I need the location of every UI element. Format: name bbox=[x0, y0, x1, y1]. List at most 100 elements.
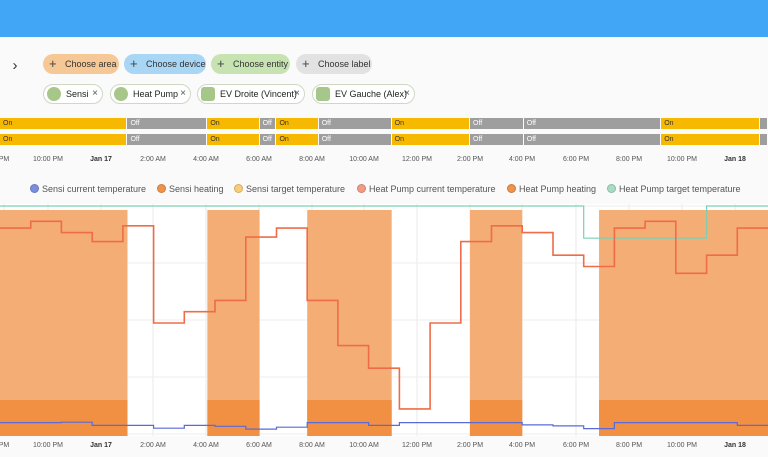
timeline-segment[interactable]: On bbox=[0, 118, 127, 129]
timeline-segment[interactable]: On bbox=[276, 134, 318, 145]
plus-icon: + bbox=[302, 56, 310, 71]
target-chip-ev-gauche[interactable]: EV Gauche (Alex) × bbox=[312, 84, 415, 104]
close-icon[interactable]: × bbox=[92, 85, 98, 103]
legend-dot-icon bbox=[507, 184, 516, 193]
choose-entity-label: Choose entity bbox=[233, 59, 289, 69]
close-icon[interactable]: × bbox=[404, 85, 410, 103]
axis-tick-label: 2:00 AM bbox=[140, 442, 166, 449]
axis-tick-label: Jan 17 bbox=[90, 442, 112, 449]
axis-tick-label: 10:00 PM bbox=[33, 156, 63, 163]
sensi-heating-area bbox=[207, 400, 260, 436]
timeline-segment[interactable]: Off bbox=[127, 118, 207, 129]
axis-tick-label: Jan 18 bbox=[724, 156, 746, 163]
close-icon[interactable]: × bbox=[294, 85, 300, 103]
timeline-segment[interactable] bbox=[760, 134, 767, 145]
legend-label: Sensi target temperature bbox=[246, 184, 346, 194]
timeline-segment[interactable]: On bbox=[207, 134, 259, 145]
choose-label-label: Choose label bbox=[318, 59, 371, 69]
axis-tick-label: 12:00 PM bbox=[402, 442, 432, 449]
timeline-segment[interactable]: Off bbox=[470, 118, 523, 129]
timeline-ev-droite: On Off On Off On Off On Off Off On bbox=[0, 118, 768, 129]
timeline-segment[interactable]: Off bbox=[259, 118, 276, 129]
target-chip-label: Sensi bbox=[66, 89, 89, 99]
axis-tick-label: 6:00 PM bbox=[562, 442, 590, 449]
device-icon bbox=[201, 87, 215, 101]
timeline-segment[interactable]: On bbox=[661, 118, 760, 129]
thermostat-icon bbox=[47, 87, 61, 101]
choose-entity-button[interactable]: + Choose entity bbox=[211, 54, 290, 74]
target-chip-label: EV Droite (Vincent) bbox=[220, 89, 297, 99]
legend-label: Heat Pump current temperature bbox=[369, 184, 496, 194]
choose-label-button[interactable]: + Choose label bbox=[296, 54, 372, 74]
sensi-heating-area bbox=[0, 400, 128, 436]
choose-device-button[interactable]: + Choose device bbox=[124, 54, 206, 74]
legend-dot-icon bbox=[157, 184, 166, 193]
thermostat-icon bbox=[114, 87, 128, 101]
axis-tick-label: 12:00 PM bbox=[402, 156, 432, 163]
axis-tick-label: 8:00 PM bbox=[615, 156, 643, 163]
legend-item[interactable]: Sensi current temperature bbox=[30, 182, 146, 196]
legend-label: Heat Pump heating bbox=[519, 184, 597, 194]
chart-time-axis: PM 10:00 PM Jan 17 2:00 AM 4:00 AM 6:00 AM 8:0… bbox=[0, 442, 768, 454]
axis-tick-label: 6:00 PM bbox=[562, 156, 590, 163]
chevron-right-icon[interactable]: › bbox=[8, 58, 22, 73]
timeline-segment[interactable]: On bbox=[207, 118, 259, 129]
axis-tick-label: 2:00 PM bbox=[456, 156, 484, 163]
legend-dot-icon bbox=[607, 184, 616, 193]
axis-tick-label: Jan 18 bbox=[724, 442, 746, 449]
timeline-segment[interactable]: On bbox=[276, 118, 318, 129]
target-chip-label: Heat Pump bbox=[133, 89, 179, 99]
timeline-segment[interactable] bbox=[760, 118, 767, 129]
timeline-segment[interactable]: Off bbox=[470, 134, 523, 145]
axis-tick-label: 6:00 AM bbox=[246, 156, 272, 163]
choose-area-button[interactable]: + Choose area bbox=[43, 54, 119, 74]
timeline-segment[interactable]: Off bbox=[523, 118, 661, 129]
axis-tick-label: PM bbox=[0, 442, 10, 449]
axis-tick-label: 8:00 AM bbox=[299, 156, 325, 163]
plus-icon: + bbox=[217, 56, 225, 71]
axis-tick-label: PM bbox=[0, 156, 10, 163]
timeline-segment[interactable]: On bbox=[0, 134, 127, 145]
history-chart bbox=[0, 204, 768, 436]
timeline-segment[interactable]: Off bbox=[318, 134, 391, 145]
timeline-time-axis: PM 10:00 PM Jan 17 2:00 AM 4:00 AM 6:00 AM 8:0… bbox=[0, 156, 768, 168]
axis-tick-label: Jan 17 bbox=[90, 156, 112, 163]
axis-tick-label: 4:00 PM bbox=[508, 442, 536, 449]
axis-tick-label: 4:00 PM bbox=[508, 156, 536, 163]
axis-tick-label: 4:00 AM bbox=[193, 442, 219, 449]
timeline-segment[interactable]: On bbox=[391, 118, 469, 129]
target-chip-sensi[interactable]: Sensi × bbox=[43, 84, 103, 104]
target-chip-heat-pump[interactable]: Heat Pump × bbox=[110, 84, 191, 104]
axis-tick-label: 6:00 AM bbox=[246, 442, 272, 449]
timeline-segment[interactable]: Off bbox=[523, 134, 661, 145]
sensi-heating-area bbox=[470, 400, 523, 436]
close-icon[interactable]: × bbox=[180, 85, 186, 103]
timeline-segment[interactable]: On bbox=[661, 134, 760, 145]
axis-tick-label: 10:00 PM bbox=[667, 442, 697, 449]
axis-tick-label: 10:00 AM bbox=[349, 156, 379, 163]
choose-device-label: Choose device bbox=[146, 59, 206, 69]
legend-item[interactable]: Sensi target temperature bbox=[234, 182, 345, 196]
choose-area-label: Choose area bbox=[65, 59, 117, 69]
legend-item[interactable]: Heat Pump target temperature bbox=[607, 182, 741, 196]
legend-dot-icon bbox=[357, 184, 366, 193]
plus-icon: + bbox=[49, 56, 57, 71]
target-chip-ev-droite[interactable]: EV Droite (Vincent) × bbox=[197, 84, 305, 104]
legend-dot-icon bbox=[234, 184, 243, 193]
legend-item[interactable]: Sensi heating bbox=[157, 182, 224, 196]
sensi-heating-area bbox=[599, 400, 768, 436]
timeline-segment[interactable]: Off bbox=[127, 134, 207, 145]
axis-tick-label: 8:00 PM bbox=[615, 442, 643, 449]
legend-item[interactable]: Heat Pump heating bbox=[507, 182, 596, 196]
legend-item[interactable]: Heat Pump current temperature bbox=[357, 182, 496, 196]
timeline-segment[interactable]: On bbox=[391, 134, 469, 145]
device-icon bbox=[316, 87, 330, 101]
timeline-segment[interactable]: Off bbox=[259, 134, 276, 145]
legend-label: Heat Pump target temperature bbox=[619, 184, 741, 194]
axis-tick-label: 10:00 AM bbox=[349, 442, 379, 449]
chart-legend: Sensi current temperature Sensi heating Se… bbox=[0, 182, 768, 196]
axis-tick-label: 10:00 PM bbox=[33, 442, 63, 449]
axis-tick-label: 4:00 AM bbox=[193, 156, 219, 163]
timeline-segment[interactable]: Off bbox=[318, 118, 391, 129]
axis-tick-label: 8:00 AM bbox=[299, 442, 325, 449]
